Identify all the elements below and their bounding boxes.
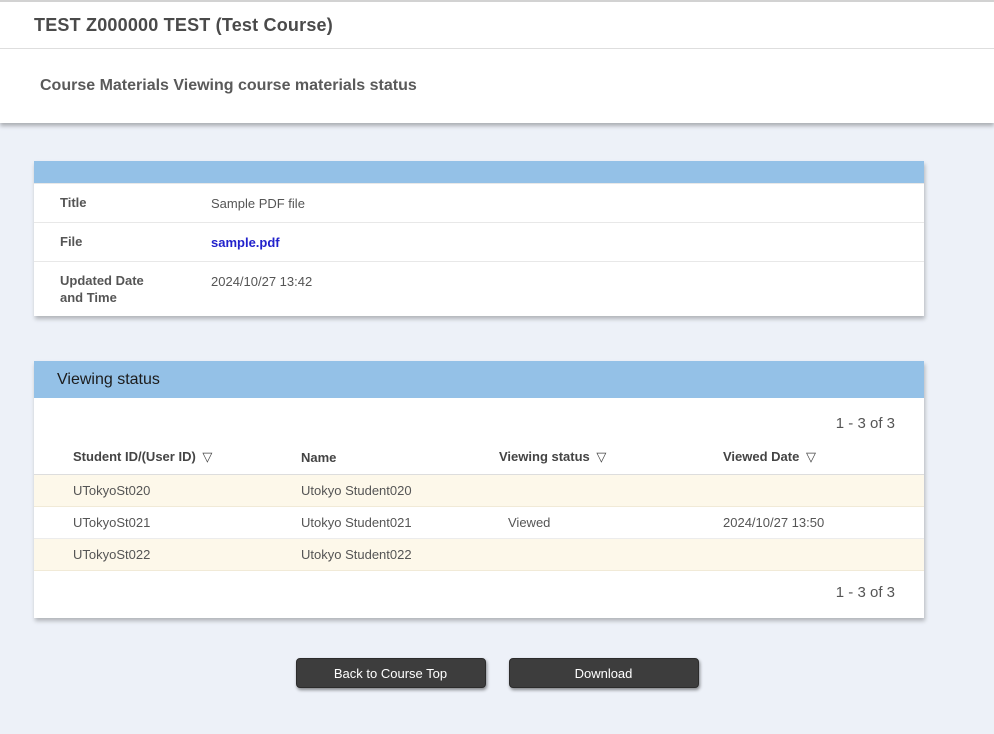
viewing-status-card: Viewing status 1 - 3 of 3 Student ID/(Us… <box>34 361 924 618</box>
app-header: TEST Z000000 TEST (Test Course) Course M… <box>0 0 994 123</box>
action-button-row: Back to Course Top Download <box>0 658 994 688</box>
table-row: UTokyoSt021 Utokyo Student021 Viewed 202… <box>34 507 924 539</box>
material-row-title: Title Sample PDF file <box>34 183 924 222</box>
cell-name: Utokyo Student021 <box>301 507 499 539</box>
material-row-updated: Updated Date and Time 2024/10/27 13:42 <box>34 261 924 316</box>
table-header-row: Student ID/(User ID) ▽ Name Viewing stat… <box>34 443 924 475</box>
material-row-file: File sample.pdf <box>34 222 924 261</box>
cell-viewed-date: 2024/10/27 13:50 <box>723 507 924 539</box>
material-row-label: Updated Date and Time <box>34 272 211 306</box>
column-header-name: Name <box>301 443 499 475</box>
viewing-status-heading: Viewing status <box>57 371 160 389</box>
cell-viewing-status <box>499 475 723 507</box>
cell-viewing-status: Viewed <box>499 507 723 539</box>
page-subtitle: Course Materials Viewing course material… <box>40 77 417 95</box>
subtitle-bar: Course Materials Viewing course material… <box>0 49 994 123</box>
page-title: TEST Z000000 TEST (Test Course) <box>34 15 333 36</box>
download-button[interactable]: Download <box>509 658 699 688</box>
cell-student-id: UTokyoSt022 <box>34 539 301 571</box>
material-card-header-bar <box>34 161 924 183</box>
cell-name: Utokyo Student022 <box>301 539 499 571</box>
cell-name: Utokyo Student020 <box>301 475 499 507</box>
viewing-status-header-bar: Viewing status <box>34 361 924 398</box>
cell-student-id: UTokyoSt021 <box>34 507 301 539</box>
file-download-link[interactable]: sample.pdf <box>211 235 280 250</box>
column-header-viewing-status[interactable]: Viewing status ▽ <box>499 443 723 475</box>
result-count-bottom: 1 - 3 of 3 <box>34 571 924 618</box>
material-info-card: Title Sample PDF file File sample.pdf Up… <box>34 161 924 316</box>
table-row: UTokyoSt022 Utokyo Student022 <box>34 539 924 571</box>
material-title-value: Sample PDF file <box>211 194 305 212</box>
cell-student-id: UTokyoSt020 <box>34 475 301 507</box>
viewing-status-table: Student ID/(User ID) ▽ Name Viewing stat… <box>34 443 924 571</box>
page-body: Title Sample PDF file File sample.pdf Up… <box>0 161 994 734</box>
material-row-label: Title <box>34 194 211 212</box>
material-updated-value: 2024/10/27 13:42 <box>211 272 312 306</box>
result-count-top: 1 - 3 of 3 <box>34 398 924 443</box>
sort-icon[interactable]: ▽ <box>596 449 606 464</box>
column-header-viewed-date[interactable]: Viewed Date ▽ <box>723 443 924 475</box>
sort-icon[interactable]: ▽ <box>806 449 816 464</box>
column-header-student-id[interactable]: Student ID/(User ID) ▽ <box>34 443 301 475</box>
cell-viewed-date <box>723 475 924 507</box>
cell-viewing-status <box>499 539 723 571</box>
table-row: UTokyoSt020 Utokyo Student020 <box>34 475 924 507</box>
cell-viewed-date <box>723 539 924 571</box>
back-to-course-top-button[interactable]: Back to Course Top <box>296 658 486 688</box>
sort-icon[interactable]: ▽ <box>202 449 212 464</box>
title-bar: TEST Z000000 TEST (Test Course) <box>0 2 994 49</box>
material-row-label: File <box>34 233 211 251</box>
